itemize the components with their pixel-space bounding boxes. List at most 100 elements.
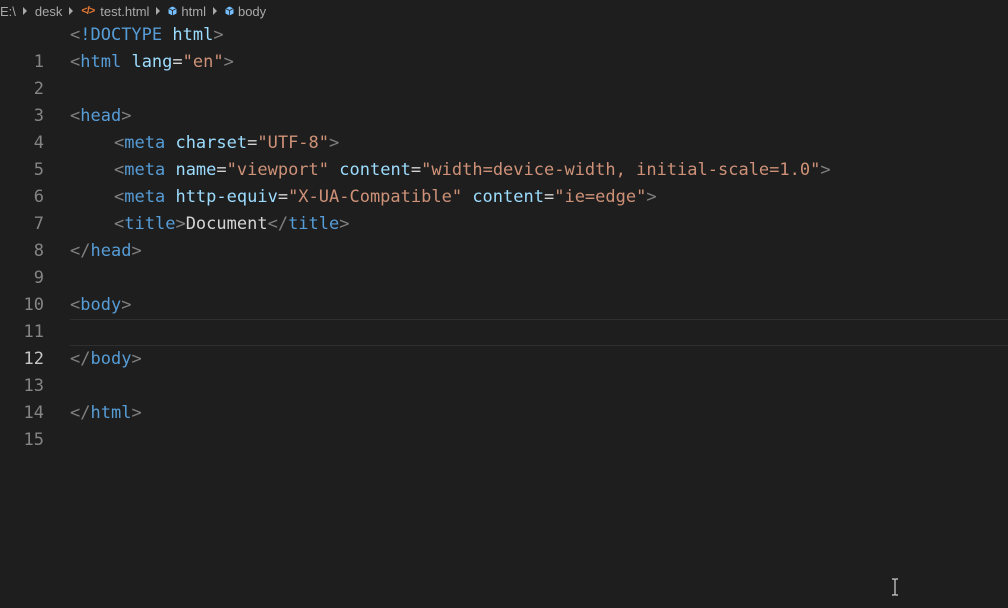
line-content: <html lang="en">	[70, 49, 1008, 76]
code-line[interactable]: 8 <title>Document</title>	[0, 211, 1008, 261]
code-line[interactable]: 2 <html lang="en">	[0, 49, 1008, 99]
token-equals: =	[410, 160, 422, 180]
token-bracket: <	[114, 160, 125, 180]
line-content: <body>	[70, 292, 1008, 319]
token-tag: html	[80, 52, 122, 72]
token-bracket: >	[646, 187, 657, 207]
token-tag: body	[80, 295, 122, 315]
token-equals: =	[277, 187, 289, 207]
token-tag: meta	[124, 187, 166, 207]
chevron-right-icon	[22, 7, 27, 15]
token-equals: =	[216, 160, 227, 180]
code-line[interactable]: 1 <!DOCTYPE html>	[0, 22, 1008, 72]
code-line[interactable]: 11 <body>	[0, 292, 1008, 342]
token-bracket: >	[329, 133, 340, 153]
token-bracket: </	[70, 349, 91, 369]
token-bracket: <	[70, 295, 81, 315]
breadcrumb-label: test.html	[100, 3, 150, 19]
token-attribute: charset	[175, 133, 248, 153]
line-content: <meta http-equiv="X-UA-Compatible" conte…	[70, 184, 1008, 211]
token-attribute: lang	[131, 52, 173, 72]
token-bracket: >	[121, 106, 132, 126]
line-content: <!DOCTYPE html>	[70, 22, 1008, 49]
code-line[interactable]: 15 </html>	[0, 400, 1008, 450]
token-equals: =	[543, 187, 555, 207]
breadcrumb-label: body	[237, 3, 267, 19]
breadcrumb-item-desk[interactable]: desk	[35, 4, 62, 19]
token-tag: head	[90, 241, 132, 261]
token-doctype: !DOCTYPE	[80, 25, 163, 45]
line-content: <title>Document</title>	[70, 211, 1008, 238]
token-attribute: http-equiv	[175, 187, 278, 207]
token-tag: head	[80, 106, 122, 126]
token-attribute: html	[172, 25, 214, 45]
html-file-icon: </>	[81, 5, 95, 17]
token-bracket: </	[70, 241, 91, 261]
token-bracket: <	[70, 106, 81, 126]
element-cube-icon	[168, 6, 178, 16]
token-equals: =	[172, 52, 183, 72]
breadcrumb-label: html	[181, 3, 206, 19]
breadcrumb-label: desk	[34, 3, 63, 19]
element-cube-icon	[225, 6, 234, 16]
code-line[interactable]: 7 <meta http-equiv="X-UA-Compatible" con…	[0, 184, 1008, 234]
token-bracket: >	[131, 241, 142, 261]
token-attribute: content	[472, 187, 544, 207]
breadcrumb-item-drive[interactable]: E:\	[0, 4, 16, 19]
text-cursor-icon	[890, 578, 900, 596]
line-content: </body>	[70, 346, 1008, 373]
line-content: </html>	[70, 400, 1008, 427]
token-string: "width=device-width, initial-scale=1.0"	[421, 160, 821, 180]
chevron-right-icon	[69, 7, 74, 15]
code-line[interactable]: 13 </body>	[0, 346, 1008, 396]
token-bracket: >	[820, 160, 831, 180]
token-string: "en"	[182, 52, 224, 72]
code-line[interactable]: 6 <meta name="viewport" content="width=d…	[0, 157, 1008, 207]
breadcrumb-item-html[interactable]: html	[168, 4, 206, 19]
line-content	[70, 319, 1008, 346]
token-tag: title	[288, 214, 340, 234]
token-attribute: content	[339, 160, 411, 180]
token-equals: =	[247, 133, 258, 153]
token-tag: html	[90, 403, 132, 423]
token-tag: body	[90, 349, 132, 369]
token-bracket: </	[267, 214, 289, 234]
line-content: <meta charset="UTF-8">	[70, 130, 1008, 157]
token-bracket: >	[223, 52, 234, 72]
code-line-current[interactable]: 12	[0, 319, 1008, 369]
code-line[interactable]: 14	[0, 373, 1008, 423]
token-bracket: </	[70, 403, 91, 423]
code-line[interactable]: 5 <meta charset="UTF-8">	[0, 130, 1008, 180]
code-line[interactable]: 9 </head>	[0, 238, 1008, 288]
breadcrumb-item-file[interactable]: </> test.html	[81, 4, 149, 19]
breadcrumb: E:\ desk </> test.html html body	[0, 0, 1008, 22]
line-content: <meta name="viewport" content="width=dev…	[70, 157, 1008, 184]
code-line[interactable]: 4 <head>	[0, 103, 1008, 153]
breadcrumb-item-body[interactable]: body	[225, 4, 266, 19]
token-string: "UTF-8"	[257, 133, 330, 153]
line-content: <head>	[70, 103, 1008, 130]
token-bracket: >	[121, 295, 132, 315]
chevron-right-icon	[212, 7, 217, 15]
token-tag: meta	[124, 160, 166, 180]
breadcrumb-label: E:\	[0, 3, 16, 19]
token-bracket: <	[114, 214, 125, 234]
chevron-right-icon	[156, 7, 161, 15]
token-string: "ie=edge"	[554, 187, 647, 207]
code-line[interactable]: 3	[0, 76, 1008, 126]
token-bracket: >	[213, 25, 224, 45]
token-bracket: >	[339, 214, 350, 234]
token-bracket: <	[114, 133, 125, 153]
line-content: </head>	[70, 238, 1008, 265]
line-number: 15	[23, 430, 44, 450]
token-bracket: >	[131, 403, 142, 423]
token-text: Document	[185, 214, 268, 234]
token-bracket: >	[131, 349, 142, 369]
token-bracket: <	[70, 52, 81, 72]
token-string: "viewport"	[226, 160, 330, 180]
code-line[interactable]: 10	[0, 265, 1008, 315]
token-tag: meta	[124, 133, 166, 153]
code-editor[interactable]: 1 <!DOCTYPE html> 2 <html lang="en"> 3 4…	[0, 22, 1008, 608]
token-tag: title	[124, 214, 176, 234]
token-bracket: >	[175, 214, 186, 234]
